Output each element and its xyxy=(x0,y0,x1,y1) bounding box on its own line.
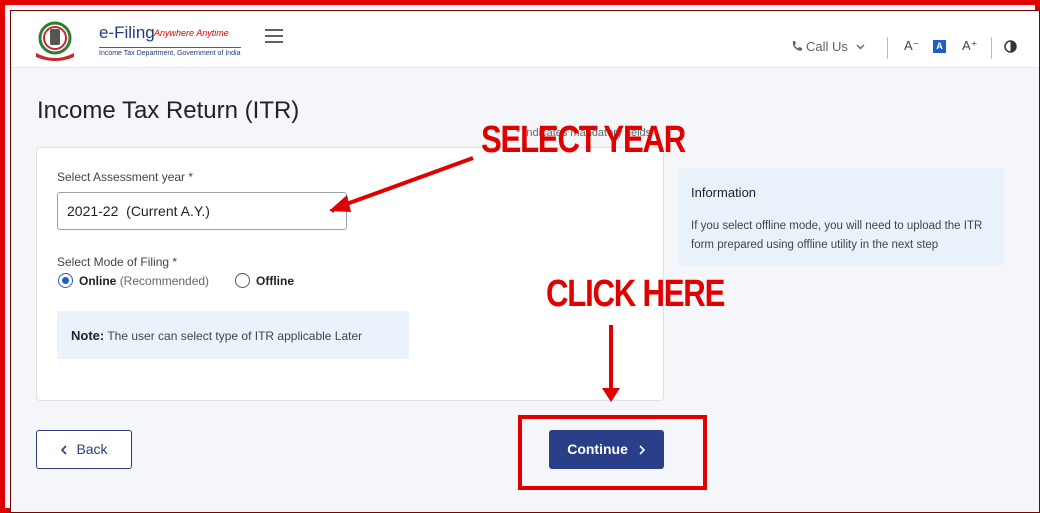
header-divider xyxy=(887,37,888,59)
chevron-left-icon xyxy=(61,445,68,455)
logo-tagline: Anywhere Anytime xyxy=(154,28,229,38)
logo-underline xyxy=(99,47,241,48)
online-mode-text[interactable]: Online (Recommended) xyxy=(79,274,209,288)
click-here-annotation: CLICK HERE xyxy=(546,273,725,315)
chevron-down-icon xyxy=(856,44,865,50)
information-text: If you select offline mode, you will nee… xyxy=(691,220,983,251)
filing-mode-label: Select Mode of Filing * xyxy=(57,255,178,269)
assessment-year-select[interactable]: 2021-22 (Current A.Y.) xyxy=(57,192,347,230)
note-box: Note: The user can select type of ITR ap… xyxy=(57,311,409,359)
online-mode-hint: (Recommended) xyxy=(119,274,210,288)
information-title: Information xyxy=(691,185,757,200)
note-label: Note: xyxy=(71,328,105,343)
back-label: Back xyxy=(76,441,108,457)
logo-subtitle: Income Tax Department, Government of Ind… xyxy=(99,50,241,57)
font-normal-button[interactable]: A xyxy=(933,40,946,53)
note-text: The user can select type of ITR applicab… xyxy=(107,329,363,343)
offline-mode-radio[interactable] xyxy=(235,273,250,288)
online-mode-label: Online xyxy=(79,274,117,288)
font-decrease-button[interactable]: A⁻ xyxy=(904,38,920,54)
phone-icon xyxy=(792,41,802,51)
dropdown-caret-icon xyxy=(330,209,336,213)
contrast-icon[interactable] xyxy=(1004,40,1017,53)
browser-viewport: e-Filing Anywhere Anytime Income Tax Dep… xyxy=(10,10,1040,513)
call-us-label: Call Us xyxy=(806,39,848,54)
offline-mode-label: Offline xyxy=(256,274,294,288)
screenshot-frame: e-Filing Anywhere Anytime Income Tax Dep… xyxy=(0,0,1040,513)
offline-mode-text[interactable]: Offline xyxy=(256,274,294,288)
national-emblem-logo xyxy=(36,21,74,61)
call-us-button[interactable]: Call Us xyxy=(791,39,865,54)
assessment-year-label: Select Assessment year * xyxy=(57,170,194,184)
select-year-annotation: SELECT YEAR xyxy=(481,119,686,161)
back-button[interactable]: Back xyxy=(36,430,132,469)
top-header: e-Filing Anywhere Anytime Income Tax Dep… xyxy=(11,11,1039,68)
header-divider xyxy=(991,37,992,59)
hamburger-menu-icon[interactable] xyxy=(265,29,283,43)
online-mode-radio[interactable] xyxy=(58,273,73,288)
information-panel: Information If you select offline mode, … xyxy=(678,168,1004,265)
font-increase-button[interactable]: A⁺ xyxy=(962,38,978,54)
continue-highlight-box xyxy=(518,415,707,490)
assessment-year-value: 2021-22 (Current A.Y.) xyxy=(67,203,210,219)
logo-title: e-Filing xyxy=(99,23,155,42)
page-title: Income Tax Return (ITR) xyxy=(37,97,300,124)
